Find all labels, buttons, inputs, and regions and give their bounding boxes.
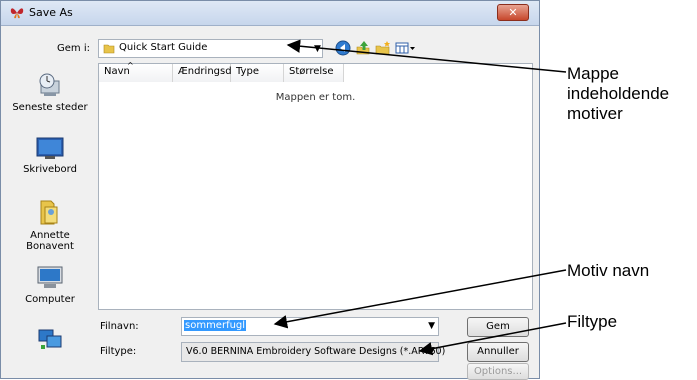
folder-annotation: Mappe indeholdende motiver: [567, 64, 670, 123]
motif-name-callout-arrow: [273, 269, 567, 329]
motif-name-annotation: Motiv navn: [567, 261, 650, 280]
filetype-callout-arrow: [418, 322, 567, 356]
filetype-annotation: Filtype: [567, 312, 618, 331]
folder-callout-arrow: [286, 39, 567, 73]
